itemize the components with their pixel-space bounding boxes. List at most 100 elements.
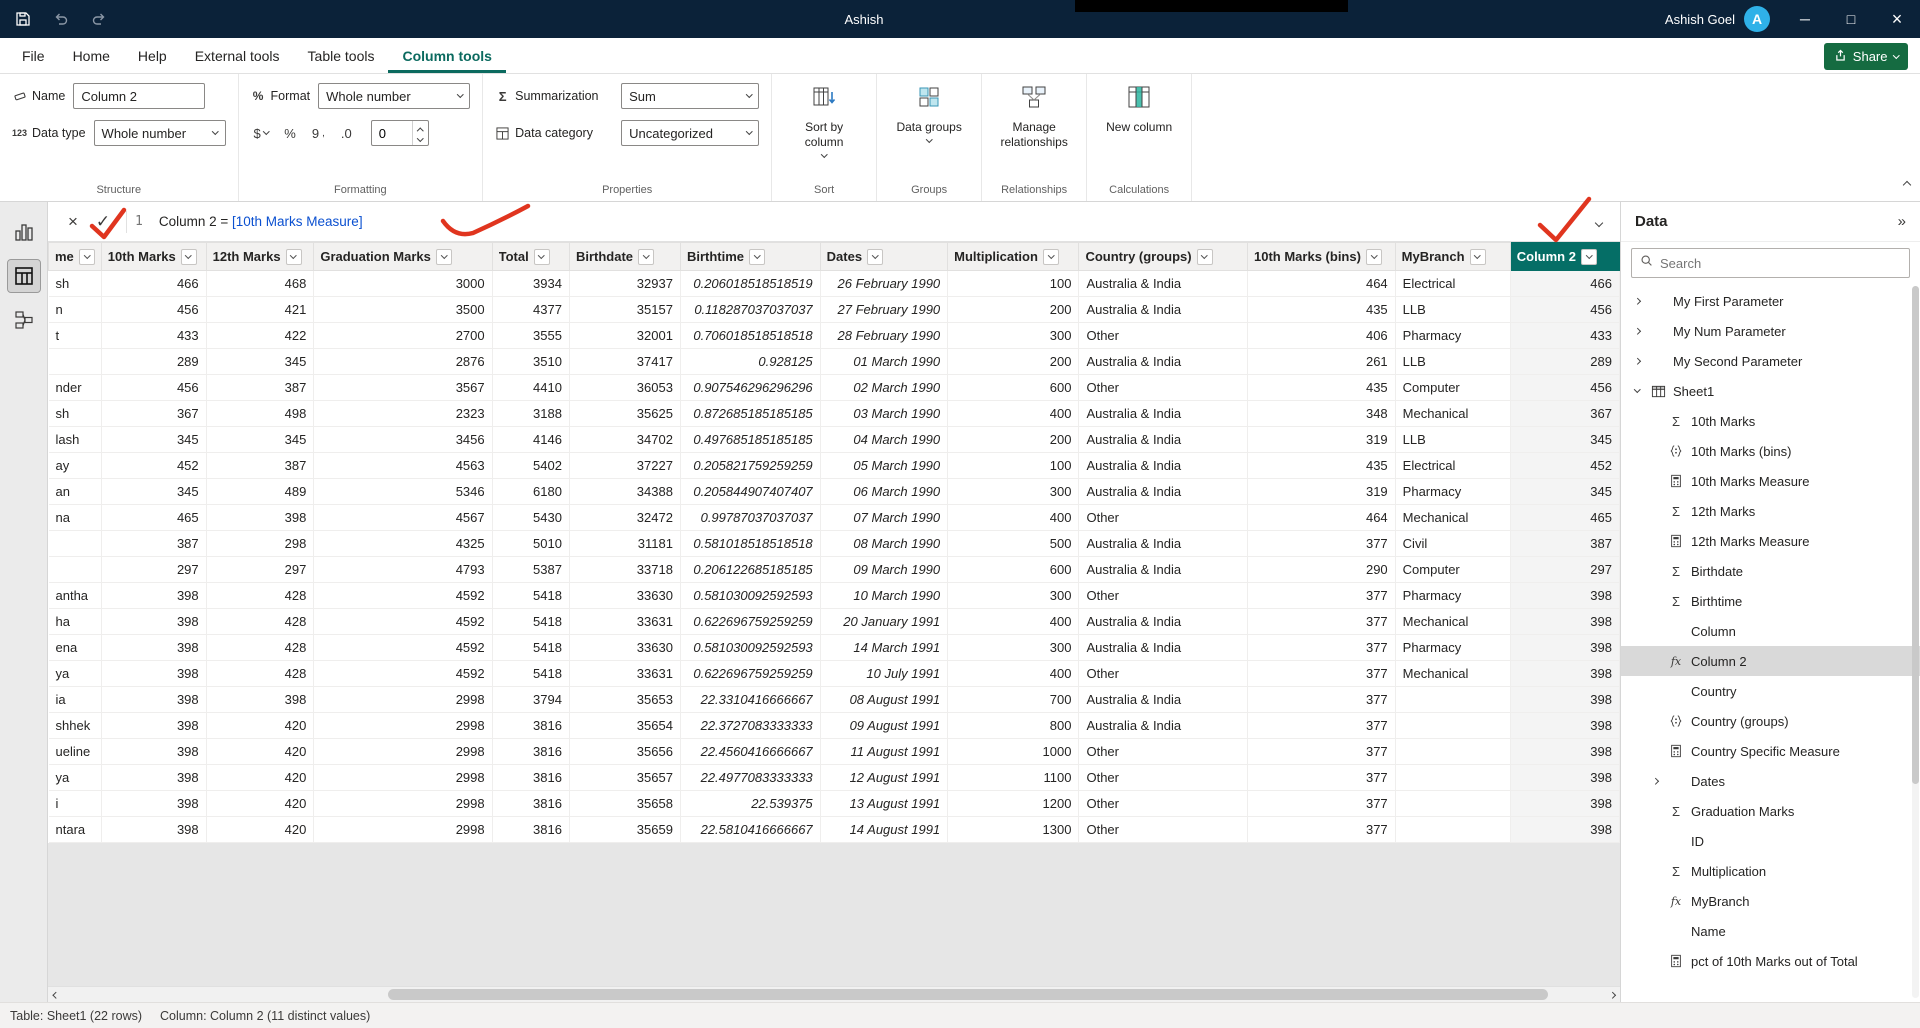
tab-file[interactable]: File [8,40,59,73]
filter-dropdown-10th-marks[interactable] [181,249,197,265]
cell-country-groups[interactable]: Australia & India [1079,453,1248,479]
cell-country-groups[interactable]: Australia & India [1079,427,1248,453]
cell-column-2[interactable]: 398 [1510,739,1619,765]
cell-dates[interactable]: 02 March 1990 [820,375,948,401]
pane-scrollbar[interactable] [1912,286,1919,998]
cell-mybranch[interactable]: Electrical [1395,271,1510,297]
cell-country-groups[interactable]: Australia & India [1079,713,1248,739]
cell-mybranch[interactable]: Pharmacy [1395,635,1510,661]
cell-multiplication[interactable]: 200 [948,427,1079,453]
field-item-country-specific-measure[interactable]: Country Specific Measure [1621,736,1920,766]
cell-multiplication[interactable]: 500 [948,531,1079,557]
cell-graduation-marks[interactable]: 4592 [314,609,492,635]
cell-graduation-marks[interactable]: 3000 [314,271,492,297]
cell-graduation-marks[interactable]: 5346 [314,479,492,505]
cell-12th-marks[interactable]: 398 [206,505,314,531]
cell-dates[interactable]: 08 March 1990 [820,531,948,557]
cell-graduation-marks[interactable]: 2998 [314,817,492,843]
cell-total[interactable]: 4146 [492,427,569,453]
cell-mybranch[interactable]: Computer [1395,557,1510,583]
cell-total[interactable]: 6180 [492,479,569,505]
cell-10th-marks[interactable]: 398 [101,713,206,739]
cell-10th-marks[interactable]: 398 [101,765,206,791]
chevron-down-icon[interactable] [1631,390,1643,392]
field-item-10th-marks-bins[interactable]: 10th Marks (bins) [1621,436,1920,466]
cell-10th-marks-bins[interactable]: 377 [1248,583,1396,609]
cell-multiplication[interactable]: 400 [948,661,1079,687]
cell-multiplication[interactable]: 600 [948,557,1079,583]
cell-mybranch[interactable]: Pharmacy [1395,583,1510,609]
cell-column-2[interactable]: 398 [1510,791,1619,817]
cell-10th-marks-bins[interactable]: 377 [1248,817,1396,843]
cell-me[interactable]: n [49,297,102,323]
cell-10th-marks-bins[interactable]: 377 [1248,713,1396,739]
pane-scrollbar-thumb[interactable] [1912,286,1919,784]
cancel-formula-button[interactable]: × [58,207,88,237]
field-search[interactable] [1631,248,1910,278]
column-header-multiplication[interactable]: Multiplication [948,243,1079,271]
column-header-graduation-marks[interactable]: Graduation Marks [314,243,492,271]
cell-me[interactable]: ay [49,453,102,479]
cell-12th-marks[interactable]: 345 [206,349,314,375]
cell-birthtime[interactable]: 0.581030092592593 [680,583,820,609]
cell-country-groups[interactable]: Other [1079,791,1248,817]
cell-total[interactable]: 5010 [492,531,569,557]
data-view-icon[interactable] [8,260,40,292]
cell-12th-marks[interactable]: 421 [206,297,314,323]
cell-birthtime[interactable]: 22.4977083333333 [680,765,820,791]
filter-dropdown-12th-marks[interactable] [286,249,302,265]
cell-graduation-marks[interactable]: 4592 [314,661,492,687]
cell-dates[interactable]: 27 February 1990 [820,297,948,323]
horizontal-scrollbar-thumb[interactable] [388,989,1548,1000]
cell-10th-marks-bins[interactable]: 377 [1248,661,1396,687]
field-item-name[interactable]: Name [1621,916,1920,946]
cell-column-2[interactable]: 398 [1510,817,1619,843]
field-item-graduation-marks[interactable]: ΣGraduation Marks [1621,796,1920,826]
cell-column-2[interactable]: 387 [1510,531,1619,557]
cell-me[interactable] [49,531,102,557]
cell-10th-marks-bins[interactable]: 377 [1248,635,1396,661]
cell-multiplication[interactable]: 400 [948,401,1079,427]
cell-birthtime[interactable]: 0.206122685185185 [680,557,820,583]
cell-mybranch[interactable]: Computer [1395,375,1510,401]
cell-dates[interactable]: 14 March 1991 [820,635,948,661]
cell-country-groups[interactable]: Australia & India [1079,297,1248,323]
maximize-button[interactable]: □ [1828,0,1874,38]
cell-country-groups[interactable]: Australia & India [1079,687,1248,713]
save-icon[interactable] [12,8,34,30]
field-item-birthdate[interactable]: ΣBirthdate [1621,556,1920,586]
cell-dates[interactable]: 09 August 1991 [820,713,948,739]
cell-graduation-marks[interactable]: 4793 [314,557,492,583]
tab-column-tools[interactable]: Column tools [388,40,505,73]
cell-10th-marks[interactable]: 398 [101,739,206,765]
field-item-mybranch[interactable]: fxMyBranch [1621,886,1920,916]
cell-birthdate[interactable]: 33718 [569,557,680,583]
cell-12th-marks[interactable]: 420 [206,817,314,843]
cell-birthdate[interactable]: 33630 [569,635,680,661]
field-item-12th-marks[interactable]: Σ12th Marks [1621,496,1920,526]
cell-10th-marks[interactable]: 387 [101,531,206,557]
cell-dates[interactable]: 28 February 1990 [820,323,948,349]
cell-total[interactable]: 5402 [492,453,569,479]
cell-birthtime[interactable]: 0.205844907407407 [680,479,820,505]
cell-12th-marks[interactable]: 298 [206,531,314,557]
cell-me[interactable]: t [49,323,102,349]
cell-10th-marks[interactable]: 398 [101,791,206,817]
tab-external-tools[interactable]: External tools [181,40,294,73]
cell-column-2[interactable]: 398 [1510,713,1619,739]
cell-me[interactable]: ya [49,765,102,791]
cell-dates[interactable]: 26 February 1990 [820,271,948,297]
cell-10th-marks-bins[interactable]: 435 [1248,375,1396,401]
cell-multiplication[interactable]: 300 [948,323,1079,349]
avatar[interactable]: A [1744,6,1770,32]
field-item-column-2[interactable]: fxColumn 2 [1621,646,1920,676]
cell-total[interactable]: 4377 [492,297,569,323]
cell-dates[interactable]: 20 January 1991 [820,609,948,635]
redo-icon[interactable] [88,8,110,30]
cell-12th-marks[interactable]: 420 [206,765,314,791]
cell-multiplication[interactable]: 100 [948,453,1079,479]
cell-birthdate[interactable]: 35659 [569,817,680,843]
column-header-mybranch[interactable]: MyBranch [1395,243,1510,271]
cell-multiplication[interactable]: 100 [948,271,1079,297]
cell-mybranch[interactable]: Mechanical [1395,661,1510,687]
